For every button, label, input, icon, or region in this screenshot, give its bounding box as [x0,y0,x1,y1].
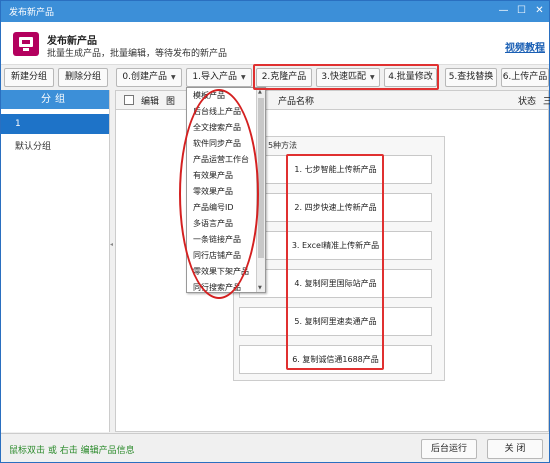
create-product-label: 0.创建产品 [122,72,167,82]
upload-product-button[interactable]: 6.上传产品 [501,68,549,87]
method-button-3[interactable]: 3. Excel精准上传新产品 [239,231,432,260]
import-product-button[interactable]: 1.导入产品 ▼ [186,68,252,87]
dropdown-option[interactable]: 同行店铺产品 [193,250,241,261]
new-group-button[interactable]: 新建分组 [4,68,54,87]
group-panel: 分组 1 默认分组 [1,90,110,432]
find-replace-button[interactable]: 5.查找替换 [445,68,497,87]
column-product-name[interactable]: 产品名称 [278,94,314,107]
chevron-down-icon: ▼ [170,74,176,81]
scroll-down-icon[interactable]: ▼ [258,285,262,291]
dropdown-option[interactable]: 产品编号ID [193,202,234,213]
column-status[interactable]: 状态 [518,94,536,107]
column-more[interactable]: 三 [543,94,550,107]
run-background-button[interactable]: 后台运行 [421,439,477,459]
title-bar: 发布新产品 — ☐ ✕ [1,1,549,22]
group-panel-header: 分组 [1,90,109,109]
status-bar: 鼠标双击 或 右击 编辑产品信息 后台运行 关 闭 [1,433,549,462]
method-button-5[interactable]: 5. 复制阿里速卖通产品 [239,307,432,336]
status-hint: 鼠标双击 或 右击 编辑产品信息 [9,446,135,456]
dropdown-option[interactable]: 同行搜索产品 [193,282,241,292]
maximize-button[interactable]: ☐ [513,3,530,19]
column-edit[interactable]: 编辑 [141,94,159,107]
dropdown-option[interactable]: 模板产品 [193,90,225,101]
select-all-checkbox[interactable] [124,95,134,105]
chevron-down-icon: ▼ [240,74,246,81]
window-title: 发布新产品 [9,8,55,18]
delete-group-button[interactable]: 删除分组 [58,68,108,87]
close-button[interactable]: 关 闭 [487,439,543,459]
dropdown-option[interactable]: 后台线上产品 [193,106,241,117]
import-product-dropdown: 模板产品 后台线上产品 全文搜索产品 软件同步产品 产品运营工作台 有效果产品 … [186,87,266,293]
page-title: 发布新产品 [47,36,97,47]
clone-product-button[interactable]: 2.克隆产品 [256,68,312,87]
app-window: 发布新产品 — ☐ ✕ 发布新产品 批量生成产品，批量编辑，等待发布的新产品 视… [0,0,550,463]
scroll-up-icon[interactable]: ▲ [258,89,262,95]
page-header: 发布新产品 批量生成产品，批量编辑，等待发布的新产品 视频教程 [1,22,549,65]
method-button-6[interactable]: 6. 复制诚信通1688产品 [239,345,432,374]
dropdown-scrollbar[interactable]: ▲ ▼ [256,88,265,292]
group-item-1[interactable]: 1 [1,114,109,134]
group-item-default[interactable]: 默认分组 [1,137,109,157]
dropdown-option[interactable]: 软件同步产品 [193,138,241,149]
video-tutorial-link[interactable]: 视频教程 [505,39,545,54]
dropdown-option[interactable]: 零效果产品 [193,186,233,197]
close-window-button[interactable]: ✕ [531,3,548,19]
chevron-down-icon: ▼ [369,74,375,81]
dropdown-option[interactable]: 产品运营工作台 [193,154,249,165]
minimize-button[interactable]: — [495,3,512,19]
page-subtitle: 批量生成产品，批量编辑，等待发布的新产品 [47,49,228,59]
grid-header: 编辑 图 产品名称 状态 三 [116,91,550,110]
import-product-label: 1.导入产品 [192,72,237,82]
batch-edit-button[interactable]: 4.批量修改 [384,68,437,87]
dropdown-option[interactable]: 多语言产品 [193,218,233,229]
method-button-1[interactable]: 1. 七步智能上传新产品 [239,155,432,184]
monitor-icon [13,32,39,56]
quick-match-label: 3.快速匹配 [321,72,366,82]
scrollbar-thumb[interactable] [258,98,264,258]
dropdown-option[interactable]: 零效果下架产品 [193,266,249,277]
dropdown-option[interactable]: 一条链接产品 [193,234,241,245]
column-image[interactable]: 图 [166,94,175,107]
method-button-4[interactable]: 4. 复制阿里国际站产品 [239,269,432,298]
dropdown-option[interactable]: 全文搜索产品 [193,122,241,133]
dropdown-option[interactable]: 有效果产品 [193,170,233,181]
create-product-button[interactable]: 0.创建产品 ▼ [116,68,182,87]
quick-match-button[interactable]: 3.快速匹配 ▼ [316,68,380,87]
method-button-2[interactable]: 2. 四步快速上传新产品 [239,193,432,222]
